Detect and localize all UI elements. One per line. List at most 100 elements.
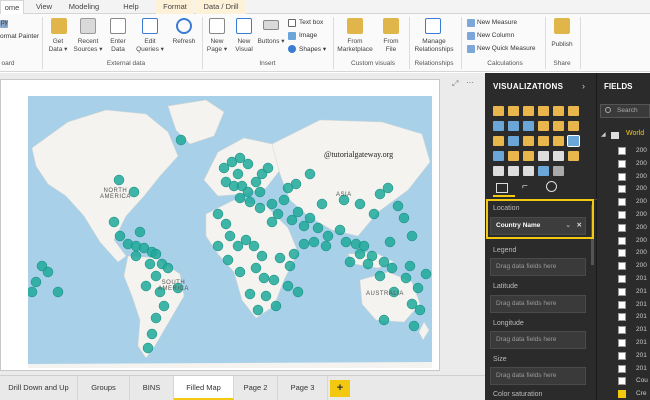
map-bubble[interactable] — [250, 262, 262, 274]
map-bubble[interactable] — [414, 304, 426, 316]
field-item[interactable]: 201 — [601, 351, 650, 362]
map-bubble[interactable] — [354, 248, 366, 260]
field-checkbox[interactable] — [618, 390, 626, 399]
longitude-drop-zone[interactable]: Drag data fields here — [490, 331, 586, 349]
matrix-visual-icon[interactable] — [523, 166, 534, 176]
tab-home[interactable]: ome — [0, 0, 24, 15]
field-checkbox[interactable] — [618, 223, 626, 232]
treemap-visual-icon[interactable] — [553, 136, 564, 146]
map-bubble[interactable] — [268, 274, 280, 286]
multi-row-card-visual-icon[interactable] — [553, 151, 564, 161]
map-bubble[interactable] — [266, 216, 278, 228]
stacked-area-visual-icon[interactable] — [523, 121, 534, 131]
field-checkbox[interactable] — [618, 211, 626, 219]
field-item[interactable]: 200 — [601, 236, 650, 247]
map-bubble[interactable] — [386, 262, 398, 274]
fields-search-input[interactable]: Search — [600, 104, 650, 118]
field-item[interactable]: 201 — [601, 364, 650, 375]
field-item[interactable]: 201 — [601, 312, 650, 323]
map-bubble[interactable] — [412, 282, 424, 294]
field-item[interactable]: 201 — [601, 300, 650, 311]
map-bubble[interactable] — [312, 222, 324, 234]
map-bubble[interactable] — [244, 288, 256, 300]
map-bubble[interactable] — [114, 230, 126, 242]
map-bubble[interactable] — [262, 162, 274, 174]
waterfall-visual-icon[interactable] — [493, 136, 504, 146]
map-bubble[interactable] — [266, 198, 278, 210]
kpi-visual-icon[interactable] — [568, 151, 579, 161]
tab-view[interactable]: View — [30, 0, 58, 14]
tab-format[interactable]: Format — [156, 0, 194, 14]
map-bubble[interactable] — [404, 260, 416, 272]
map-bubble[interactable] — [334, 224, 346, 236]
new-page-button[interactable]: New Page ▾ — [203, 38, 231, 54]
scatter-visual-icon[interactable] — [508, 136, 519, 146]
map-bubble[interactable] — [344, 256, 356, 268]
map-bubble[interactable] — [362, 258, 374, 270]
map-visual[interactable]: NORTH AMERICA SOUTH AMERICA ASIA AUSTRAL… — [28, 96, 432, 368]
map-bubble[interactable] — [134, 226, 146, 238]
field-item[interactable]: 200 — [601, 210, 650, 221]
field-checkbox[interactable] — [618, 236, 626, 245]
map-bubble[interactable] — [108, 216, 120, 228]
map-bubble[interactable] — [150, 312, 162, 324]
map-bubble[interactable] — [378, 314, 390, 326]
field-item[interactable]: 200 — [601, 248, 650, 259]
copy-button[interactable]: py — [1, 19, 8, 26]
map-bubble[interactable] — [270, 300, 282, 312]
map-bubble[interactable] — [260, 290, 272, 302]
more-options-icon[interactable]: ⋯ — [466, 78, 474, 87]
field-checkbox[interactable] — [618, 198, 626, 207]
field-checkbox[interactable] — [618, 351, 626, 360]
tab-data-drill[interactable]: Data / Drill — [196, 0, 246, 14]
stacked-column-visual-icon[interactable] — [508, 106, 519, 116]
field-item[interactable]: Cre — [601, 389, 650, 400]
line-column-visual-icon[interactable] — [538, 121, 549, 131]
r-visual-visual-icon[interactable] — [538, 166, 549, 176]
map-bubble[interactable] — [354, 198, 366, 210]
format-painter-button[interactable]: ormat Painter — [0, 33, 39, 40]
legend-drop-zone[interactable]: Drag data fields here — [490, 258, 586, 276]
map-bubble[interactable] — [130, 250, 142, 262]
map-bubble[interactable] — [52, 286, 64, 298]
field-checkbox[interactable] — [618, 147, 626, 155]
card-visual-icon[interactable] — [538, 151, 549, 161]
map-bubble[interactable] — [406, 230, 418, 242]
field-item[interactable]: 201 — [601, 325, 650, 336]
map-bubble[interactable] — [212, 208, 224, 220]
map-bubble[interactable] — [142, 342, 154, 354]
map-bubble[interactable] — [288, 248, 300, 260]
map-bubble[interactable] — [400, 272, 412, 284]
map-bubble[interactable] — [144, 258, 156, 270]
focus-mode-icon[interactable]: ⤢ — [452, 79, 458, 89]
publish-button[interactable]: Publish — [546, 41, 578, 49]
map-bubble[interactable] — [162, 262, 174, 274]
field-item[interactable]: Cou — [601, 376, 650, 387]
edit-queries-button[interactable]: Edit Queries ▾ — [135, 38, 165, 54]
map-bubble[interactable] — [298, 220, 310, 232]
map-bubble[interactable] — [212, 240, 224, 252]
text-box-button[interactable]: Text box — [299, 19, 323, 26]
page-tab-filled-map[interactable]: Filled Map — [174, 376, 234, 400]
field-checkbox[interactable] — [618, 262, 626, 271]
enter-data-button[interactable]: Enter Data — [104, 38, 132, 54]
map-visual-icon[interactable] — [567, 135, 580, 147]
field-checkbox[interactable] — [618, 172, 626, 181]
field-checkbox[interactable] — [618, 364, 626, 373]
more-visual-icon[interactable] — [553, 166, 564, 176]
from-file-button[interactable]: From File — [377, 38, 405, 54]
field-item[interactable]: 200 — [601, 261, 650, 272]
latitude-drop-zone[interactable]: Drag data fields here — [490, 295, 586, 313]
tab-modeling[interactable]: Modeling — [62, 0, 106, 14]
page-tab-groups[interactable]: Groups — [78, 376, 130, 400]
map-bubble[interactable] — [368, 208, 380, 220]
map-bubble[interactable] — [158, 300, 170, 312]
page-tab-bins[interactable]: BINS — [130, 376, 174, 400]
map-bubble[interactable] — [322, 230, 334, 242]
new-quick-measure-button[interactable]: New Quick Measure — [477, 45, 536, 52]
map-bubble[interactable] — [146, 328, 158, 340]
donut-visual-icon[interactable] — [538, 136, 549, 146]
new-measure-button[interactable]: New Measure — [477, 19, 517, 26]
map-bubble[interactable] — [382, 182, 394, 194]
field-item[interactable]: 200 — [601, 159, 650, 170]
